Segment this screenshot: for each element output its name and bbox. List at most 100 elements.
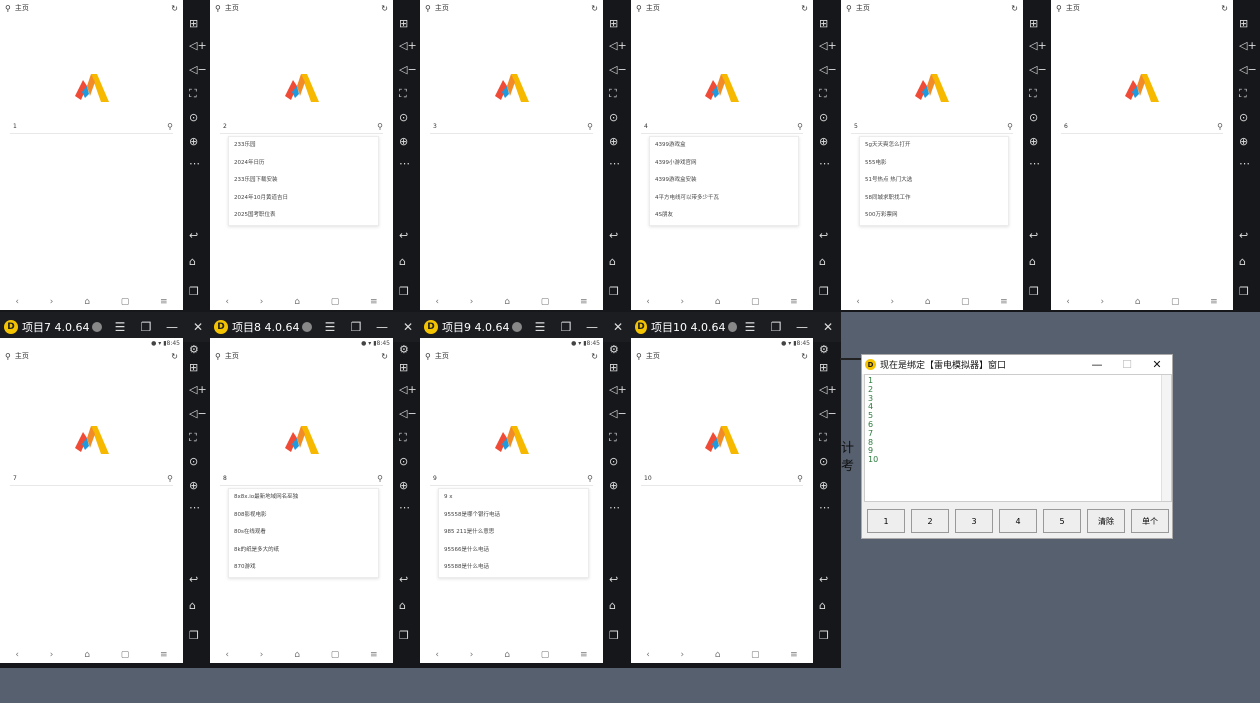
window-button[interactable]: 1 (867, 509, 905, 533)
fullscreen-icon[interactable]: ⛶ (189, 432, 197, 444)
back-icon[interactable]: ↩ (819, 230, 828, 242)
refresh-icon[interactable]: ↻ (591, 352, 598, 361)
close-icon[interactable]: ✕ (185, 320, 211, 334)
volume-down-icon[interactable]: ◁− (399, 64, 417, 76)
fullscreen-icon[interactable]: ⛶ (399, 432, 407, 444)
back-icon[interactable]: ↩ (609, 230, 618, 242)
minimize-icon[interactable]: — (1082, 358, 1112, 371)
suggestion-item[interactable]: 95558是哪个银行电话 (439, 507, 588, 525)
forward-nav-icon[interactable]: › (50, 650, 54, 660)
search-icon[interactable]: ⚲ (797, 474, 803, 483)
forward-nav-icon[interactable]: › (681, 297, 685, 307)
menu-icon[interactable]: ☰ (107, 320, 133, 334)
settings-icon[interactable]: ⚙ (189, 344, 199, 356)
search-input[interactable]: 2 ⚲ (220, 120, 383, 134)
home-icon[interactable]: ⌂ (819, 256, 826, 268)
search-icon[interactable]: ⚲ (167, 122, 173, 131)
close-icon[interactable]: ✕ (815, 320, 841, 334)
record-icon[interactable]: ⊙ (399, 112, 408, 124)
home-nav-icon[interactable]: ⌂ (84, 650, 90, 660)
record-icon[interactable]: ⊙ (189, 112, 198, 124)
suggestion-item[interactable]: 500万彩票网 (860, 207, 1008, 225)
screenshot-icon[interactable]: ⊞ (609, 362, 618, 374)
suggestion-item[interactable]: 5g天天奭怎么打开 (860, 137, 1008, 155)
volume-up-icon[interactable]: ◁+ (1029, 40, 1047, 52)
refresh-icon[interactable]: ↻ (801, 4, 808, 13)
fullscreen-icon[interactable]: ⛶ (1029, 88, 1037, 100)
record-icon[interactable]: ⊙ (819, 112, 828, 124)
back-nav-icon[interactable]: ‹ (1066, 297, 1070, 307)
search-input[interactable]: 7 ⚲ (10, 472, 173, 486)
search-input[interactable]: 5 ⚲ (851, 120, 1013, 134)
volume-down-icon[interactable]: ◁− (609, 64, 627, 76)
phone-screen[interactable]: ● ▾ ▮ 8:45 ⚲ 主页 ↻ 7 ⚲ ‹ › ⌂ ▢ ≡ (0, 338, 183, 663)
home-icon[interactable]: ⌂ (609, 256, 616, 268)
more-icon[interactable]: ⋯ (399, 158, 410, 170)
recents-icon[interactable]: ❒ (819, 630, 829, 642)
home-icon[interactable]: ⌂ (189, 600, 196, 612)
vertical-scrollbar[interactable] (1161, 375, 1171, 501)
tabs-nav-icon[interactable]: ▢ (961, 297, 970, 307)
home-nav-icon[interactable]: ⌂ (294, 650, 300, 660)
home-nav-icon[interactable]: ⌂ (715, 650, 721, 660)
menu-icon[interactable]: ☰ (317, 320, 343, 334)
search-icon[interactable]: ⚲ (587, 122, 593, 131)
recents-icon[interactable]: ❒ (1029, 286, 1039, 298)
record-icon[interactable]: ⊙ (819, 456, 828, 468)
home-icon[interactable]: ⌂ (1029, 256, 1036, 268)
menu-nav-icon[interactable]: ≡ (580, 297, 588, 307)
volume-up-icon[interactable]: ◁+ (189, 384, 207, 396)
restore-icon[interactable]: ❐ (553, 320, 579, 334)
add-icon[interactable]: ⊕ (819, 480, 828, 492)
add-icon[interactable]: ⊕ (189, 136, 198, 148)
search-icon[interactable]: ⚲ (797, 122, 803, 131)
volume-up-icon[interactable]: ◁+ (399, 40, 417, 52)
suggestion-item[interactable]: 95588是什么电话 (439, 559, 588, 577)
search-icon[interactable]: ⚲ (1007, 122, 1013, 131)
record-icon[interactable]: ⊙ (399, 456, 408, 468)
minimize-icon[interactable]: — (789, 320, 815, 334)
window-button[interactable]: 4 (999, 509, 1037, 533)
home-icon[interactable]: ⌂ (1239, 256, 1246, 268)
suggestion-item[interactable]: 51号热点 热门大选 (860, 172, 1008, 190)
phone-screen[interactable]: ⚲ 主页 ↻ 5 ⚲ 5g天天奭怎么打开 555电影 51号热点 热门大选 58同城求职找工作 5… (841, 0, 1023, 310)
home-nav-icon[interactable]: ⌂ (504, 297, 510, 307)
suggestion-item[interactable]: 870游戏 (229, 559, 378, 577)
menu-nav-icon[interactable]: ≡ (1000, 297, 1008, 307)
recents-icon[interactable]: ❒ (1239, 286, 1249, 298)
window-button[interactable]: 2 (911, 509, 949, 533)
volume-down-icon[interactable]: ◁− (399, 408, 417, 420)
suggestion-item[interactable]: 58同城求职找工作 (860, 190, 1008, 208)
suggestion-item[interactable]: 4399游戏盒 (650, 137, 798, 155)
menu-nav-icon[interactable]: ≡ (1210, 297, 1218, 307)
restore-icon[interactable]: ❐ (133, 320, 159, 334)
volume-up-icon[interactable]: ◁+ (819, 384, 837, 396)
refresh-icon[interactable]: ↻ (171, 4, 178, 13)
forward-nav-icon[interactable]: › (681, 650, 685, 660)
recents-icon[interactable]: ❒ (399, 630, 409, 642)
suggestion-item[interactable]: 2024年日历 (229, 155, 378, 173)
screenshot-icon[interactable]: ⊞ (609, 18, 618, 30)
search-icon[interactable]: ⚲ (377, 474, 383, 483)
tabs-nav-icon[interactable]: ▢ (541, 650, 550, 660)
tabs-nav-icon[interactable]: ▢ (121, 650, 130, 660)
record-icon[interactable]: ⊙ (609, 112, 618, 124)
tabs-nav-icon[interactable]: ▢ (331, 297, 340, 307)
volume-up-icon[interactable]: ◁+ (399, 384, 417, 396)
more-icon[interactable]: ⋯ (189, 502, 200, 514)
tabs-nav-icon[interactable]: ▢ (331, 650, 340, 660)
volume-up-icon[interactable]: ◁+ (819, 40, 837, 52)
back-nav-icon[interactable]: ‹ (856, 297, 860, 307)
menu-icon[interactable]: ☰ (737, 320, 763, 334)
home-icon[interactable]: ⌂ (609, 600, 616, 612)
fullscreen-icon[interactable]: ⛶ (609, 88, 617, 100)
volume-down-icon[interactable]: ◁− (819, 408, 837, 420)
menu-nav-icon[interactable]: ≡ (580, 650, 588, 660)
screenshot-icon[interactable]: ⊞ (1239, 18, 1248, 30)
phone-screen[interactable]: ⚲ 主页 ↻ 2 ⚲ 233乐园 2024年日历 233乐园下载安装 2024年10月黄道吉日 2… (210, 0, 393, 310)
back-icon[interactable]: ↩ (189, 574, 198, 586)
back-nav-icon[interactable]: ‹ (15, 650, 19, 660)
volume-up-icon[interactable]: ◁+ (1239, 40, 1257, 52)
home-icon[interactable]: ⌂ (399, 600, 406, 612)
tabs-nav-icon[interactable]: ▢ (751, 297, 760, 307)
